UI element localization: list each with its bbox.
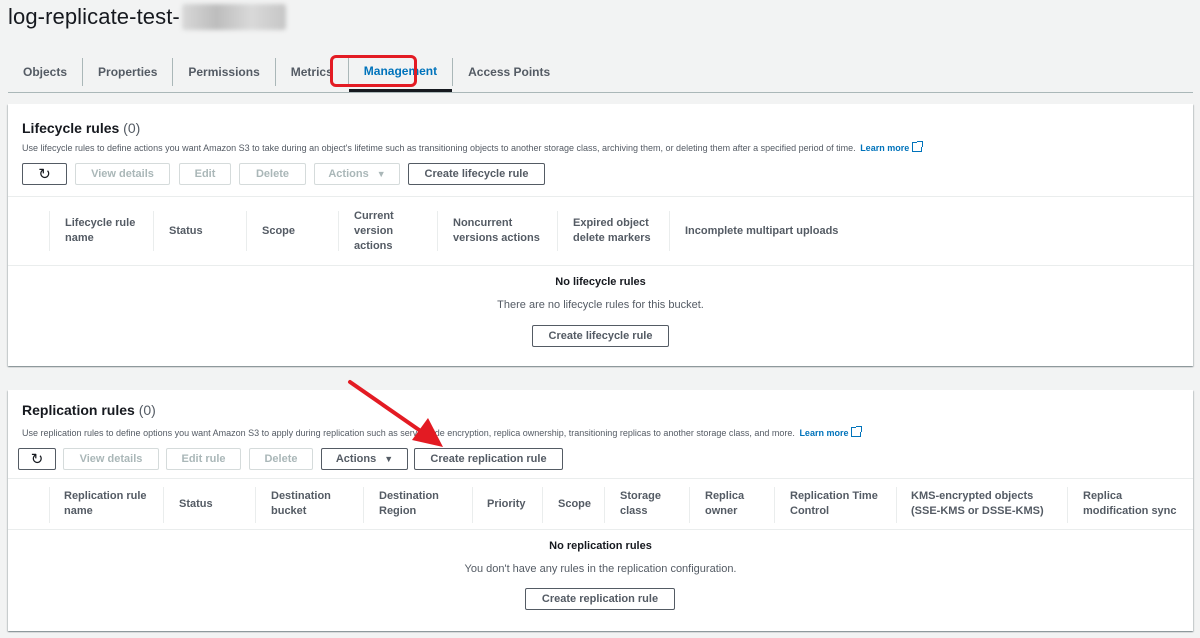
column-divider — [49, 487, 50, 523]
column-divider — [669, 211, 670, 251]
refresh-icon: ↻ — [38, 166, 51, 183]
column-divider — [363, 487, 364, 523]
replication-actions-dropdown[interactable]: Actions ▼ — [321, 448, 408, 470]
external-link-icon — [851, 426, 863, 437]
tab-bar: Objects Properties Permissions Metrics M… — [8, 52, 1193, 93]
column-divider — [774, 487, 775, 523]
column-header[interactable]: Incomplete multipart uploads — [685, 224, 885, 239]
column-divider — [604, 487, 605, 523]
lifecycle-table-header: Lifecycle rule name Status Scope Current… — [8, 196, 1193, 266]
replication-refresh-button[interactable]: ↻ — [18, 448, 56, 470]
replication-description-text: Use replication rules to define options … — [22, 428, 795, 438]
lifecycle-panel-title: Lifecycle rules (0) — [22, 120, 140, 136]
column-divider — [163, 487, 164, 523]
column-divider — [689, 487, 690, 523]
external-link-icon — [912, 141, 924, 152]
lifecycle-empty-title: No lifecycle rules — [555, 276, 646, 288]
create-lifecycle-rule-button[interactable]: Create lifecycle rule — [408, 163, 545, 185]
lifecycle-delete-button[interactable]: Delete — [239, 163, 306, 185]
bucket-name: log-replicate-test- — [8, 4, 180, 29]
lifecycle-title-text: Lifecycle rules — [22, 120, 120, 136]
create-lifecycle-rule-empty-button[interactable]: Create lifecycle rule — [532, 325, 669, 347]
tab-permissions[interactable]: Permissions — [173, 52, 274, 92]
replication-empty-message: You don't have any rules in the replicat… — [464, 563, 737, 575]
column-divider — [1067, 487, 1068, 523]
column-header[interactable]: Destination Region — [379, 489, 459, 519]
column-divider — [246, 211, 247, 251]
column-header[interactable]: Replication rule name — [64, 489, 159, 519]
column-header[interactable]: Replication Time Control — [790, 489, 890, 519]
create-replication-rule-button[interactable]: Create replication rule — [414, 448, 563, 470]
column-divider — [557, 211, 558, 251]
lifecycle-learn-more-link[interactable]: Learn more — [860, 143, 909, 153]
column-header[interactable]: KMS-encrypted objects (SSE-KMS or DSSE-K… — [911, 489, 1051, 519]
column-divider — [255, 487, 256, 523]
page-title: log-replicate-test- — [8, 4, 286, 30]
column-header[interactable]: Destination bucket — [271, 489, 351, 519]
replication-count: (0) — [138, 402, 156, 418]
column-divider — [153, 211, 154, 251]
lifecycle-actions-dropdown[interactable]: Actions ▼ — [314, 163, 400, 185]
tab-access-points[interactable]: Access Points — [453, 52, 565, 92]
tab-objects[interactable]: Objects — [8, 52, 82, 92]
replication-edit-rule-button[interactable]: Edit rule — [166, 448, 241, 470]
caret-down-icon: ▼ — [384, 454, 394, 464]
replication-rules-panel: Replication rules (0) Use replication ru… — [8, 390, 1193, 631]
caret-down-icon: ▼ — [376, 169, 386, 179]
replication-table-header: Replication rule name Status Destination… — [8, 478, 1193, 530]
replication-panel-title: Replication rules (0) — [22, 402, 156, 418]
lifecycle-count: (0) — [123, 120, 141, 136]
column-header[interactable]: Replica modification sync — [1083, 489, 1188, 519]
create-replication-rule-empty-button[interactable]: Create replication rule — [525, 588, 675, 610]
column-divider — [542, 487, 543, 523]
replication-title-text: Replication rules — [22, 402, 135, 418]
replication-empty-title: No replication rules — [549, 540, 652, 552]
tab-properties[interactable]: Properties — [83, 52, 172, 92]
lifecycle-description-text: Use lifecycle rules to define actions yo… — [22, 143, 856, 153]
redacted-bucket-suffix — [181, 4, 286, 30]
lifecycle-refresh-button[interactable]: ↻ — [22, 163, 67, 185]
lifecycle-empty-message: There are no lifecycle rules for this bu… — [497, 299, 704, 311]
replication-description: Use replication rules to define options … — [22, 426, 863, 438]
replication-learn-more-link[interactable]: Learn more — [799, 428, 848, 438]
column-header[interactable]: Status — [169, 224, 229, 239]
lifecycle-description: Use lifecycle rules to define actions yo… — [22, 141, 924, 153]
replication-delete-button[interactable]: Delete — [249, 448, 313, 470]
replication-view-details-button[interactable]: View details — [63, 448, 159, 470]
column-divider — [338, 211, 339, 251]
column-header[interactable]: Replica owner — [705, 489, 760, 519]
column-header[interactable]: Scope — [262, 224, 322, 239]
column-divider — [472, 487, 473, 523]
column-header[interactable]: Lifecycle rule name — [65, 216, 150, 246]
column-divider — [437, 211, 438, 251]
column-header[interactable]: Priority — [487, 497, 537, 512]
column-divider — [49, 211, 50, 251]
management-tab-highlight — [330, 55, 417, 87]
actions-label: Actions — [335, 453, 377, 465]
lifecycle-rules-panel: Lifecycle rules (0) Use lifecycle rules … — [8, 104, 1193, 366]
column-header[interactable]: Storage class — [620, 489, 680, 519]
column-header[interactable]: Noncurrent versions actions — [453, 216, 548, 246]
lifecycle-edit-button[interactable]: Edit — [179, 163, 231, 185]
actions-label: Actions — [328, 168, 369, 180]
column-header[interactable]: Scope — [558, 497, 603, 512]
column-divider — [896, 487, 897, 523]
column-header[interactable]: Status — [179, 497, 239, 512]
column-header[interactable]: Current version actions — [354, 209, 409, 254]
column-header[interactable]: Expired object delete markers — [573, 216, 663, 246]
lifecycle-view-details-button[interactable]: View details — [75, 163, 170, 185]
refresh-icon: ↻ — [30, 451, 44, 468]
